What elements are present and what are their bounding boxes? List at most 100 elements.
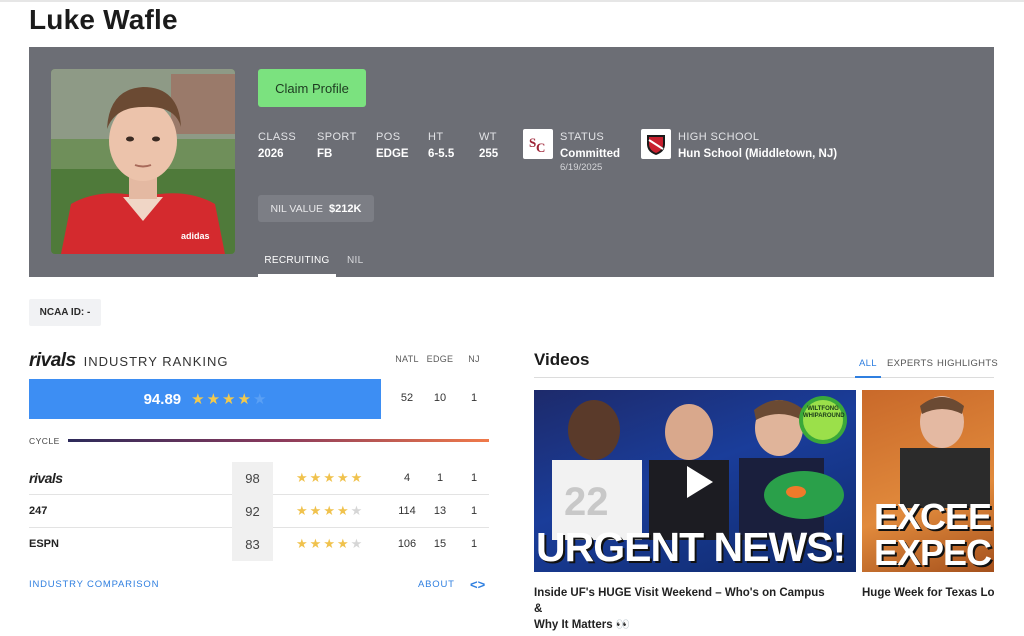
video-thumbnail[interactable]: EXCEE EXPEC [862,390,994,572]
star-icon: ★ [323,470,335,485]
rivals-logo: rivals [29,350,76,371]
service-score: 98 [232,462,273,495]
star-icon: ★ [191,390,205,408]
industry-ranking-header: rivals INDUSTRY RANKING [29,350,228,372]
stat-height-value: 6-5.5 [428,148,455,160]
embed-code-icon[interactable]: <> [470,577,485,592]
ncaa-id-label: NCAA ID: [39,307,85,318]
service-state-rank: 1 [470,505,478,517]
ncaa-id-badge: NCAA ID: - [29,299,101,326]
stat-class-value: 2026 [258,148,284,160]
stat-sport-label: SPORT [317,131,357,143]
video-tab-all[interactable]: ALL [859,358,877,369]
svg-text:adidas: adidas [181,231,210,241]
star-icon: ★ [296,470,308,485]
star-icon: ★ [206,390,221,408]
col-header-natl: NATL [395,354,419,364]
star-icon: ★ [296,503,308,518]
stat-height: HT 6-5.5 [428,131,454,160]
service-row-rivals: rivals 98 ★ ★ ★ ★ ★ 4 1 1 [29,462,489,495]
composite-star-rating: ★ ★ ★ ★ ★ [191,392,266,407]
stat-class-label: CLASS [258,131,297,143]
service-star-rating: ★ ★ ★ ★ ★ [296,537,362,550]
star-icon: ★ [309,536,322,551]
stat-weight-value: 255 [479,148,499,160]
svg-text:22: 22 [564,480,609,524]
star-icon: ★ [296,536,308,551]
stat-class: CLASS 2026 [258,131,296,160]
industry-comparison-link[interactable]: INDUSTRY COMPARISON [29,579,159,590]
service-pos-rank: 15 [433,538,447,550]
play-icon[interactable] [675,460,719,504]
service-name: rivals [29,470,63,486]
star-icon: ★ [309,503,322,518]
svg-text:C: C [536,140,545,155]
star-icon: ★ [350,536,363,551]
usc-logo-icon[interactable]: S C [523,129,553,159]
stat-weight-label: WT [479,131,497,143]
video-tab-highlights[interactable]: HIGHLIGHTS [937,358,998,369]
stat-status-value: Committed [560,148,621,160]
video-badge: WILTFONG WHIPAROUND [803,406,845,419]
star-icon: ★ [309,470,322,485]
cycle-gradient-line [68,439,489,442]
service-state-rank: 1 [470,472,478,484]
star-icon: ★ [237,390,251,408]
stat-pos-label: POS [376,131,401,143]
top-divider [0,0,1024,2]
claim-profile-button[interactable]: Claim Profile [258,69,366,107]
service-pos-rank: 1 [436,472,444,484]
service-score: 92 [232,495,273,528]
composite-state-rank: 1 [470,392,478,404]
video-title[interactable]: Huge Week for Texas Lor [862,585,994,601]
video-thumbnail[interactable]: 22 WILTFONG WHIPAROUND URGENT NEWS! [534,390,856,572]
service-row-espn: ESPN 83 ★ ★ ★ ★ ★ 106 15 1 [29,528,489,561]
star-icon: ★ [222,390,236,408]
star-icon: ★ [323,503,335,518]
about-link[interactable]: ABOUT [418,579,455,590]
video-title-line: Inside UF's HUGE Visit Weekend – Who's o… [534,587,825,615]
col-header-state: NJ [468,354,480,364]
tab-nil[interactable]: NIL [347,255,363,277]
stat-pos: POS EDGE [376,131,409,160]
service-row-247: 247 92 ★ ★ ★ ★ ★ 114 13 1 [29,495,489,528]
star-icon: ★ [336,503,349,518]
composite-pos-rank: 10 [433,392,447,404]
service-star-rating: ★ ★ ★ ★ ★ [296,504,362,517]
video-tab-experts[interactable]: EXPERTS [887,358,933,369]
stat-high-school-value[interactable]: Hun School (Middletown, NJ) [678,148,837,160]
stat-status-date: 6/19/2025 [560,162,603,173]
stat-status-label: STATUS [560,131,605,143]
high-school-shield-icon[interactable] [641,129,671,159]
videos-title: Videos [534,350,590,369]
nil-value-badge[interactable]: NIL VALUE $212K [258,195,374,222]
service-pos-rank: 13 [433,505,447,517]
stat-high-school-label: HIGH SCHOOL [678,131,760,143]
service-natl-rank: 114 [398,505,416,517]
service-star-rating: ★ ★ ★ ★ ★ [296,471,362,484]
service-natl-rank: 4 [403,472,411,484]
star-icon: ★ [252,390,267,408]
star-icon: ★ [336,470,349,485]
service-name: 247 [29,505,48,517]
player-photo: adidas [51,69,235,254]
star-icon: ★ [336,536,349,551]
star-icon: ★ [350,503,363,518]
cycle-label: CYCLE [29,436,60,446]
video-title-line: Why It Matters 👀 [534,619,631,631]
service-name: ESPN [29,538,59,550]
profile-header: adidas Claim Profile CLASS 2026 SPORT FB… [29,47,994,277]
video-tabs-divider [534,377,994,378]
col-header-pos: EDGE [426,354,454,364]
stat-sport: SPORT FB [317,131,357,160]
video-title[interactable]: Inside UF's HUGE Visit Weekend – Who's o… [534,585,834,633]
stat-sport-value: FB [317,148,333,160]
star-icon: ★ [323,536,335,551]
composite-score: 94.89 [143,390,182,408]
industry-ranking-title: INDUSTRY RANKING [83,354,229,369]
nil-value-amount: $212K [329,202,362,215]
star-icon: ★ [350,470,363,485]
tab-recruiting[interactable]: RECRUITING [258,255,336,277]
ncaa-id-value: - [87,307,91,318]
nil-value-label: NIL VALUE [270,202,324,215]
